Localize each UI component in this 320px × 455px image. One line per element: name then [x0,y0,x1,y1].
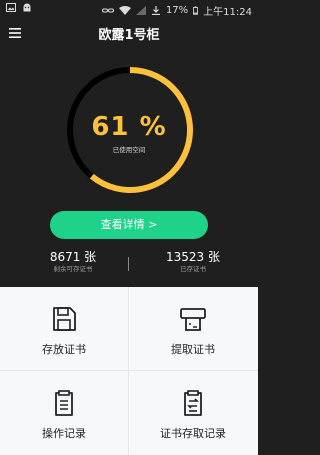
stored-stat: 13523 张 已存证书 [138,250,248,274]
battery-icon [193,6,199,15]
battery-percent: 17% [165,5,189,16]
image-notification-icon [6,3,16,12]
wifi-icon [118,6,131,15]
download-icon [151,6,160,15]
operation-log-tile[interactable]: 操作记录 [0,371,128,454]
store-certificate-tile[interactable]: 存放证书 [0,287,128,370]
remaining-label: 剩余可存证书 [53,265,93,273]
save-icon [53,307,76,331]
clipboard-list-icon [55,390,73,416]
grid-vertical-divider [128,287,129,455]
stored-value: 13523 张 [166,250,220,264]
status-bar: 17% 上午11:24 [0,0,258,18]
view-details-button[interactable]: 查看详情 > [50,211,208,239]
clock: 上午11:24 [203,7,252,18]
remaining-stat: 8671 张 剩余可存证书 [18,250,128,274]
remaining-value: 8671 张 [49,250,97,264]
app-header: 欧露1号柜 [0,18,258,48]
link-icon [101,8,114,13]
android-notification-icon [23,3,31,12]
stored-label: 已存证书 [180,265,206,273]
stats-divider [128,257,129,271]
certificate-access-log-label: 证书存取记录 [160,427,226,440]
action-grid: 存放证书 提取证书 操作记录 证书存取记录 [0,287,258,455]
app-screen: 17% 上午11:24 欧露1号柜 61 % 已使用空间 查看详情 > 8671… [0,0,258,455]
certificate-stats: 8671 张 剩余可存证书 13523 张 已存证书 [0,250,258,286]
retrieve-certificate-tile[interactable]: 提取证书 [129,287,257,370]
printer-icon [180,308,206,331]
store-certificate-label: 存放证书 [42,343,86,356]
status-bar-right: 17% 上午11:24 [101,3,252,18]
signal-icon [135,6,146,15]
gauge-label: 已使用空间 [112,146,146,154]
status-bar-left [6,3,32,12]
operation-log-label: 操作记录 [42,427,86,440]
clipboard-transfer-icon [184,390,202,416]
page-title: 欧露1号柜 [98,28,160,43]
gauge-percent: 61 % [91,112,167,142]
retrieve-certificate-label: 提取证书 [171,343,215,356]
certificate-access-log-tile[interactable]: 证书存取记录 [129,371,257,454]
grid-horizontal-divider [0,370,258,371]
